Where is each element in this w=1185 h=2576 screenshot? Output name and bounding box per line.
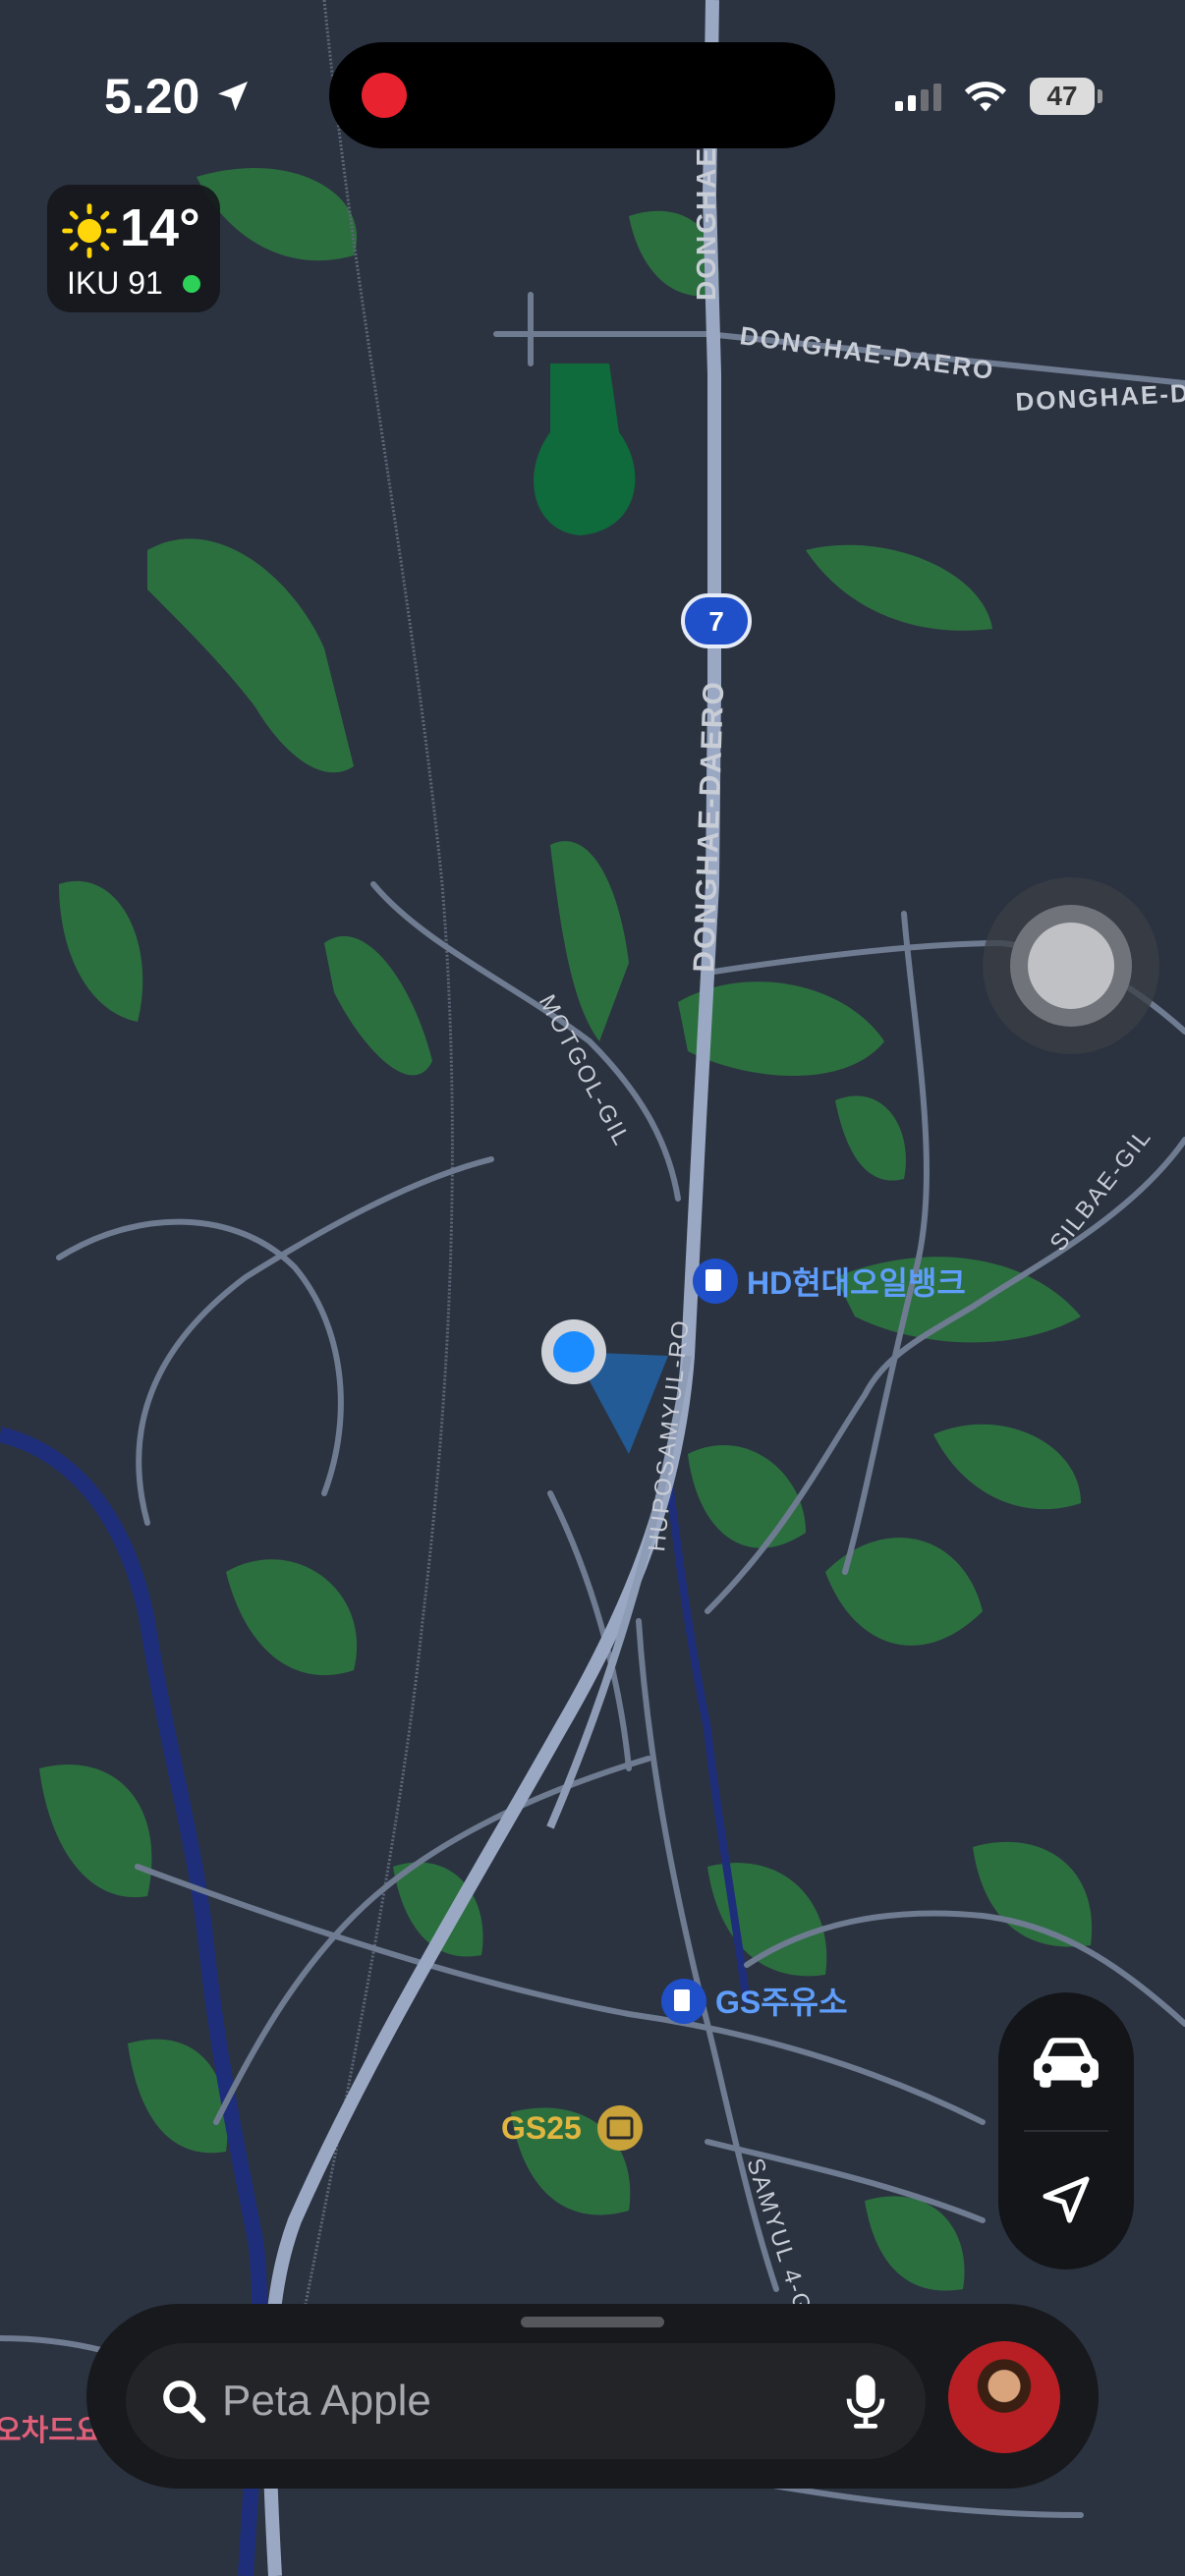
transport-mode-button[interactable] — [998, 1998, 1134, 2126]
clock: 5.20 — [104, 69, 200, 124]
fuel-icon — [674, 1989, 690, 2011]
road-label-samyul-4-gil: SAMYUL 4-G — [741, 2156, 817, 2318]
map-controls — [998, 1992, 1134, 2269]
wifi-icon — [964, 82, 1007, 112]
road-label-donghae-da-edge: DONGHAE-DA — [1015, 377, 1185, 417]
status-time: 5.20 — [104, 67, 253, 126]
profile-avatar[interactable] — [948, 2341, 1060, 2453]
assistive-touch-button[interactable] — [1028, 923, 1114, 1009]
route-shield-label: 7 — [708, 606, 724, 637]
car-icon — [1034, 2038, 1099, 2088]
poi-gs25[interactable]: GS25 — [501, 2105, 643, 2151]
air-quality-status-dot — [183, 275, 200, 293]
road-label-huposamyul-ro: HUPOSAMYUL-RO — [644, 1317, 695, 1553]
edge-place-label: 오차드요 — [0, 2415, 102, 2447]
donghae-daero-highway — [262, 0, 721, 2576]
poi-label-hd-hyundai-oilbank: HD현대오일뱅크 — [747, 1265, 966, 1301]
controls-divider — [1024, 2130, 1108, 2132]
road-label-donghae-daero-main: DONGHAE-DAERO — [688, 680, 730, 974]
sheet-grabber[interactable] — [521, 2317, 664, 2327]
search-icon — [163, 2380, 206, 2424]
cellular-signal-icon — [895, 82, 941, 111]
microphone-icon[interactable] — [843, 2373, 888, 2430]
poi-hd-hyundai-oilbank[interactable]: HD현대오일뱅크 — [693, 1259, 966, 1304]
search-input[interactable]: Peta Apple — [126, 2343, 926, 2459]
battery-indicator: 47 — [1030, 78, 1102, 115]
search-placeholder: Peta Apple — [222, 2377, 431, 2425]
stream — [664, 1473, 751, 2005]
poi-gs-station[interactable]: GS주유소 — [661, 1979, 848, 2024]
reservoir-area — [534, 364, 636, 535]
dynamic-island[interactable] — [329, 42, 835, 148]
location-arrow-icon — [218, 82, 249, 111]
temperature: 14° — [120, 198, 200, 257]
recording-indicator — [362, 73, 407, 118]
location-arrow-icon — [1043, 2176, 1090, 2223]
route-7-shield[interactable]: 7 — [681, 593, 752, 648]
location-tracking-button[interactable] — [998, 2136, 1134, 2264]
user-location-dot — [553, 1331, 594, 1372]
poi-label-gs25: GS25 — [501, 2110, 582, 2146]
fuel-icon — [705, 1269, 721, 1291]
weather-widget[interactable]: 14° IKU 91 — [47, 185, 220, 312]
road-label-donghae-daero-north: DONGHAE-DAERO — [738, 320, 996, 385]
status-indicators: 47 — [895, 71, 1102, 122]
road-label-donghae-vertical: DONGHAE — [691, 146, 721, 301]
poi-label-gs-station: GS주유소 — [715, 1985, 848, 2020]
search-sheet[interactable]: Peta Apple — [86, 2304, 1099, 2489]
air-quality-index: IKU 91 — [67, 265, 163, 301]
sun-icon — [62, 203, 117, 258]
